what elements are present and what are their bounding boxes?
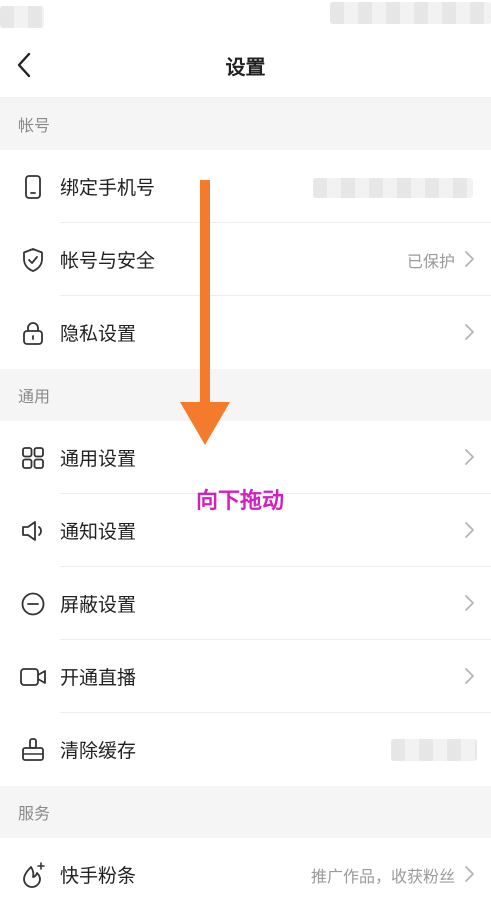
settings-row-label: 快手粉条	[60, 865, 137, 887]
settings-row-privacy[interactable]: 隐私设置	[0, 296, 491, 369]
video-icon	[18, 662, 48, 692]
shield-icon	[18, 245, 48, 275]
back-button[interactable]	[10, 48, 38, 82]
chevron-left-icon	[17, 52, 31, 78]
chevron-right-icon	[465, 324, 474, 340]
promo-value: 推广作品，收获粉丝	[310, 866, 455, 886]
settings-row-label: 开通直播	[60, 667, 137, 689]
chevron-right-icon	[465, 668, 474, 684]
status-blur-left	[0, 6, 44, 28]
chevron-right-icon	[465, 449, 474, 465]
settings-row-label: 通知设置	[60, 521, 137, 543]
blurred-phone-number	[313, 178, 473, 198]
section-header-general: 通用	[0, 369, 491, 421]
phone-icon	[18, 172, 48, 202]
settings-row-notification[interactable]: 通知设置	[0, 494, 491, 567]
broom-icon	[18, 735, 48, 765]
page-title: 设置	[225, 55, 266, 79]
nav-bar: 设置	[0, 34, 491, 98]
settings-row-bind-phone[interactable]: 绑定手机号	[0, 150, 491, 223]
chevron-right-icon	[465, 595, 474, 611]
speaker-icon	[18, 516, 48, 546]
settings-row-label: 清除缓存	[60, 740, 137, 762]
status-bar	[0, 0, 491, 34]
settings-row-label: 屏蔽设置	[60, 594, 137, 616]
lock-icon	[18, 318, 48, 348]
status-blur-right	[330, 2, 491, 24]
chevron-right-icon	[465, 866, 474, 882]
status-value: 已保护	[406, 251, 455, 271]
settings-row-label: 帐号与安全	[60, 250, 156, 272]
chevron-right-icon	[465, 251, 474, 267]
block-icon	[18, 589, 48, 619]
blurred-cache-size	[391, 739, 477, 761]
grid-icon	[18, 443, 48, 473]
section-header-account: 帐号	[0, 98, 491, 150]
settings-row-block[interactable]: 屏蔽设置	[0, 567, 491, 640]
chevron-right-icon	[465, 522, 474, 538]
sparkle-flame-icon	[18, 860, 48, 890]
settings-row-label: 绑定手机号	[60, 177, 156, 199]
settings-row-clear-cache[interactable]: 清除缓存	[0, 713, 491, 786]
settings-row-label: 通用设置	[60, 448, 137, 470]
settings-row-live[interactable]: 开通直播	[0, 640, 491, 713]
settings-row-account-security[interactable]: 帐号与安全 已保护	[0, 223, 491, 296]
settings-row-fans-promotion[interactable]: 快手粉条 推广作品，收获粉丝	[0, 838, 491, 898]
settings-row-general[interactable]: 通用设置	[0, 421, 491, 494]
section-header-service: 服务	[0, 786, 491, 838]
settings-row-label: 隐私设置	[60, 323, 137, 345]
